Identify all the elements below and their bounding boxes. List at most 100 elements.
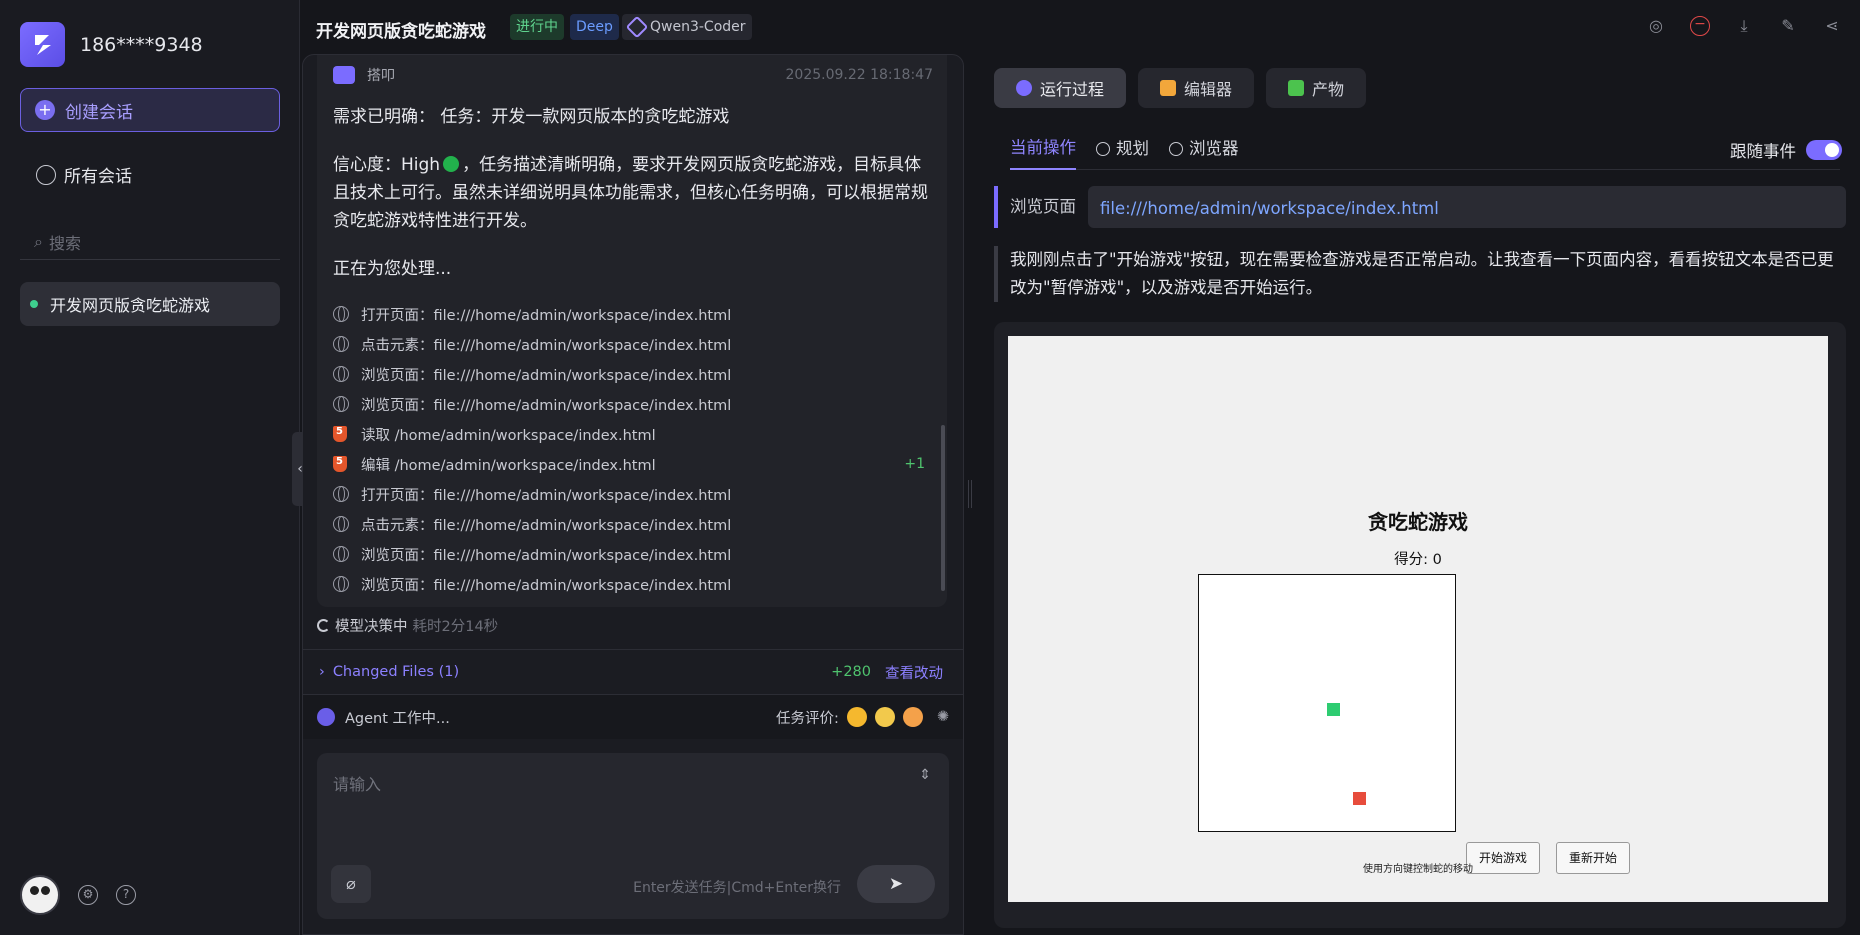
all-chats-link[interactable]: 所有会话 bbox=[36, 162, 132, 187]
main-tabs: 运行过程 编辑器 产物 bbox=[994, 68, 1367, 108]
target-icon bbox=[1096, 141, 1110, 156]
tab-process[interactable]: 运行过程 bbox=[994, 68, 1127, 108]
step-item[interactable]: 点击元素：file:///home/admin/workspace/index.… bbox=[333, 329, 933, 359]
step-text: 编辑 /home/admin/workspace/index.html bbox=[361, 457, 656, 474]
top-bar: 开发网页版贪吃蛇游戏 进行中 Deep Qwen3-Coder ◎ − ⤓ ✎ … bbox=[300, 0, 1860, 54]
globe-icon bbox=[1169, 141, 1183, 156]
tab-label: 运行过程 bbox=[1040, 80, 1105, 99]
step-text: 浏览页面：file:///home/admin/workspace/index.… bbox=[361, 367, 732, 384]
panel-resize-handle[interactable] bbox=[968, 480, 972, 508]
tab-editor[interactable]: 编辑器 bbox=[1138, 68, 1255, 108]
input-hint: Enter发送任务|Cmd+Enter换行 bbox=[633, 880, 841, 896]
stop-icon[interactable]: − bbox=[1690, 16, 1710, 36]
edit-icon[interactable]: ✎ bbox=[1778, 16, 1798, 36]
view-changes-link[interactable]: 查看改动 bbox=[885, 662, 943, 683]
globe-icon bbox=[333, 576, 349, 592]
changed-files-bar[interactable]: › Changed Files (1) +280 查看改动 bbox=[303, 649, 963, 695]
send-button[interactable]: ➤ bbox=[857, 865, 935, 903]
step-badge: +1 bbox=[904, 456, 925, 472]
follow-label: 跟随事件 bbox=[1730, 142, 1796, 161]
html-file-icon bbox=[333, 456, 347, 472]
step-text: 点击元素：file:///home/admin/workspace/index.… bbox=[361, 517, 732, 534]
share-icon[interactable]: ⋖ bbox=[1822, 16, 1842, 36]
step-item[interactable]: 点击元素：file:///home/admin/workspace/index.… bbox=[333, 509, 933, 539]
spinner-icon bbox=[317, 619, 330, 632]
scrollbar[interactable] bbox=[941, 425, 945, 591]
thinking-status: 模型决策中 耗时2分14秒 bbox=[317, 615, 498, 636]
chevron-right-icon: › bbox=[319, 664, 325, 680]
chat-panel: 搭叩 2025.09.22 18:18:47 需求已明确： 任务：开发一款网页版… bbox=[302, 54, 964, 935]
mode-badge: Deep bbox=[570, 14, 619, 40]
agent-status: Agent 工作中... bbox=[345, 710, 450, 727]
snake bbox=[1327, 703, 1340, 716]
step-item[interactable]: 打开页面：file:///home/admin/workspace/index.… bbox=[333, 479, 933, 509]
dashboard-icon bbox=[1016, 80, 1032, 96]
subtab-label: 浏览器 bbox=[1189, 138, 1239, 158]
browse-label: 浏览页面 bbox=[994, 186, 1088, 228]
chat-bubble-icon bbox=[36, 164, 56, 185]
game-board[interactable] bbox=[1198, 574, 1456, 832]
love-emoji-icon[interactable] bbox=[902, 707, 923, 727]
food bbox=[1353, 792, 1366, 805]
step-text: 点击元素：file:///home/admin/workspace/index.… bbox=[361, 337, 732, 354]
agent-status-bar: Agent 工作中... 任务评价: ✺ bbox=[303, 695, 963, 739]
plus-icon: + bbox=[35, 100, 55, 120]
attach-button[interactable]: ⌀ bbox=[331, 865, 371, 903]
rating-group: 任务评价: ✺ bbox=[776, 707, 949, 728]
help-icon[interactable]: ? bbox=[116, 885, 136, 905]
step-text: 浏览页面：file:///home/admin/workspace/index.… bbox=[361, 397, 732, 414]
game-page: 贪吃蛇游戏 得分: 0 开始游戏 重新开始 使用方向键控制蛇的移动 bbox=[1008, 336, 1828, 902]
game-title: 贪吃蛇游戏 bbox=[1368, 510, 1468, 534]
model-label: Qwen3-Coder bbox=[650, 19, 746, 35]
step-item[interactable]: 浏览页面：file:///home/admin/workspace/index.… bbox=[333, 539, 933, 569]
model-icon bbox=[625, 15, 649, 39]
app-logo[interactable] bbox=[20, 22, 65, 67]
search-placeholder: 搜索 bbox=[48, 233, 81, 253]
html-file-icon bbox=[333, 426, 347, 442]
rating-label: 任务评价: bbox=[775, 710, 839, 727]
url-link[interactable]: file:///home/admin/workspace/index.html bbox=[1088, 186, 1846, 228]
step-item[interactable]: 读取 /home/admin/workspace/index.html bbox=[333, 419, 933, 449]
step-item[interactable]: 浏览页面：file:///home/admin/workspace/index.… bbox=[333, 389, 933, 419]
subtab-current[interactable]: 当前操作 bbox=[1010, 128, 1076, 170]
globe-icon bbox=[333, 306, 349, 322]
message-input[interactable]: 请输入 ⇕ ⌀ Enter发送任务|Cmd+Enter换行 ➤ bbox=[317, 753, 949, 919]
expand-icon[interactable]: ⇕ bbox=[919, 767, 931, 783]
follow-toggle[interactable] bbox=[1806, 140, 1842, 160]
session-item[interactable]: 开发网页版贪吃蛇游戏 bbox=[20, 282, 280, 326]
tab-artifacts[interactable]: 产物 bbox=[1266, 68, 1367, 108]
all-chats-label: 所有会话 bbox=[64, 167, 132, 187]
step-item[interactable]: 浏览页面：file:///home/admin/workspace/index.… bbox=[333, 359, 933, 389]
step-item[interactable]: 浏览页面：file:///home/admin/workspace/index.… bbox=[333, 569, 933, 599]
logo-icon bbox=[34, 34, 51, 55]
globe-icon bbox=[333, 516, 349, 532]
step-text: 浏览页面：file:///home/admin/workspace/index.… bbox=[361, 547, 732, 564]
angry-emoji-icon[interactable] bbox=[846, 707, 867, 727]
wechat-icon[interactable]: ◎ bbox=[1646, 16, 1666, 36]
subtab-plan[interactable]: 规划 bbox=[1096, 128, 1149, 170]
session-status-dot bbox=[30, 300, 38, 308]
step-item[interactable]: 打开页面：file:///home/admin/workspace/index.… bbox=[333, 299, 933, 329]
search-icon: ⌕ bbox=[34, 231, 43, 251]
new-chat-button[interactable]: + 创建会话 bbox=[20, 88, 280, 132]
globe-icon bbox=[333, 486, 349, 502]
message-card: 搭叩 2025.09.22 18:18:47 需求已明确： 任务：开发一款网页版… bbox=[317, 55, 947, 607]
clock-icon bbox=[317, 708, 335, 726]
thinking-label: 模型决策中 bbox=[335, 619, 408, 635]
model-badge[interactable]: Qwen3-Coder bbox=[622, 14, 752, 40]
sidebar-footer: ⚙ ? bbox=[20, 875, 136, 915]
download-icon[interactable]: ⤓ bbox=[1734, 16, 1754, 36]
globe-icon bbox=[333, 546, 349, 562]
agent-name: 搭叩 bbox=[333, 65, 395, 85]
subtab-browser[interactable]: 浏览器 bbox=[1169, 128, 1239, 170]
bug-icon[interactable]: ✺ bbox=[937, 709, 949, 725]
neutral-emoji-icon[interactable] bbox=[874, 707, 895, 727]
agent-name-label: 搭叩 bbox=[367, 68, 395, 84]
gear-icon[interactable]: ⚙ bbox=[78, 885, 98, 905]
sidebar: 186****9348 + 创建会话 所有会话 ⌕ 搜索 开发网页版贪吃蛇游戏 … bbox=[0, 0, 300, 935]
step-item[interactable]: 编辑 /home/admin/workspace/index.html +1 bbox=[333, 449, 933, 479]
browser-preview: 贪吃蛇游戏 得分: 0 开始游戏 重新开始 使用方向键控制蛇的移动 bbox=[994, 322, 1846, 928]
avatar[interactable] bbox=[20, 875, 60, 915]
thinking-duration: 耗时2分14秒 bbox=[412, 619, 499, 635]
search-input[interactable]: ⌕ 搜索 bbox=[20, 224, 280, 260]
